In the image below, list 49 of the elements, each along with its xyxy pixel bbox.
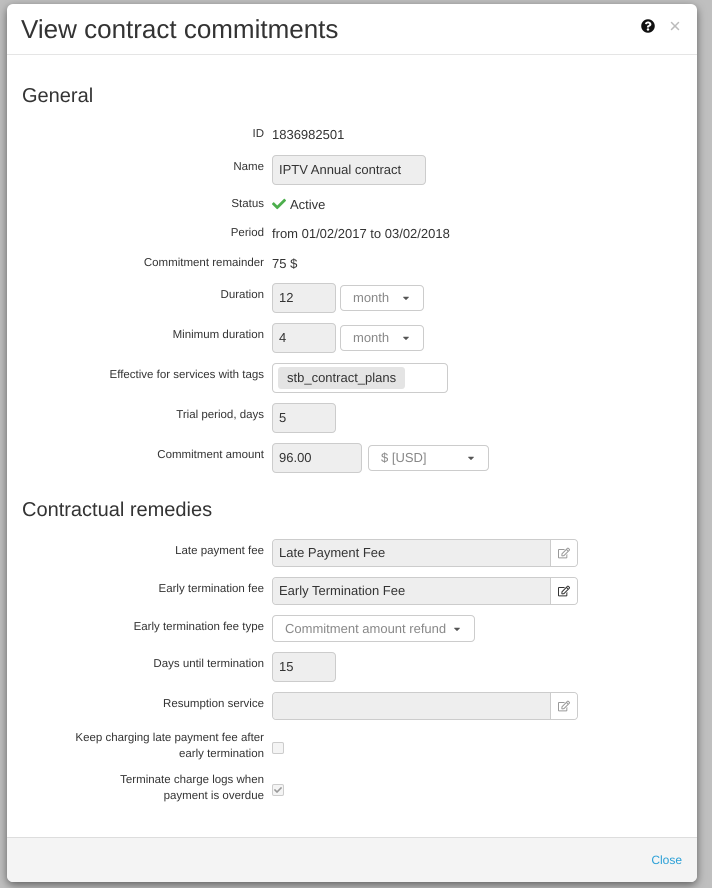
field-label: Terminate charge logs when payment is overdue [119, 773, 264, 804]
field-label: Effective for services with tags [110, 368, 264, 383]
field-value: from 01/02/2017 to 03/02/2018 [272, 225, 450, 243]
checkbox[interactable] [272, 784, 284, 796]
dialog-title: View contract commitments [21, 13, 338, 46]
edit-icon [558, 700, 570, 712]
type-select[interactable]: Commitment amount refund [272, 615, 475, 642]
check-icon [274, 786, 282, 794]
tags-field[interactable]: stb_contract_plans [272, 363, 448, 393]
edit-icon [558, 547, 570, 559]
field-label: Days until termination [153, 657, 264, 672]
input-field[interactable]: 15 [272, 652, 336, 682]
field-label: Commitment amount [157, 448, 264, 463]
input-field[interactable]: 4 [272, 323, 336, 353]
unit-select[interactable]: $ [USD] [368, 445, 489, 471]
field-value: Late Payment Fee [279, 544, 386, 562]
input-field[interactable]: 12 [272, 283, 336, 313]
field-label: Period [230, 226, 264, 241]
field-label: Duration [220, 288, 264, 303]
input-group[interactable] [272, 692, 578, 720]
field-value: 1836982501 [272, 126, 344, 144]
field-label: Early termination fee [158, 582, 264, 597]
unit-select[interactable]: month [340, 285, 424, 311]
input-group[interactable]: Early Termination Fee [272, 577, 578, 605]
tag: stb_contract_plans [278, 367, 406, 389]
edit-icon [558, 585, 570, 597]
field-label: Resumption service [163, 697, 264, 712]
field-label: Late payment fee [175, 544, 264, 559]
field-label: Minimum duration [172, 328, 264, 343]
unit-select[interactable]: month [340, 325, 424, 351]
field-label: Trial period, days [176, 408, 264, 423]
status-text: Active [290, 196, 326, 214]
edit-button[interactable] [550, 578, 577, 604]
field-value: Early Termination Fee [279, 582, 406, 600]
checkbox[interactable] [272, 742, 284, 754]
section-heading: General [22, 84, 94, 109]
field-label: ID [252, 127, 264, 142]
field-label: Commitment remainder [144, 256, 264, 270]
check-icon [272, 197, 286, 212]
input-field[interactable]: 5 [272, 403, 336, 433]
input-field[interactable]: 96.00 [272, 443, 362, 473]
field-label: Status [231, 196, 264, 212]
field-label: Keep charging late payment fee after early termination [74, 731, 264, 762]
field-value: 75 $ [272, 254, 298, 272]
field-label: Name [233, 160, 264, 174]
input-field[interactable]: IPTV Annual contract [272, 154, 426, 184]
field-label: Early termination fee type [134, 620, 264, 635]
help-icon[interactable] [641, 19, 655, 33]
section-heading: Contractual remedies [22, 498, 214, 523]
